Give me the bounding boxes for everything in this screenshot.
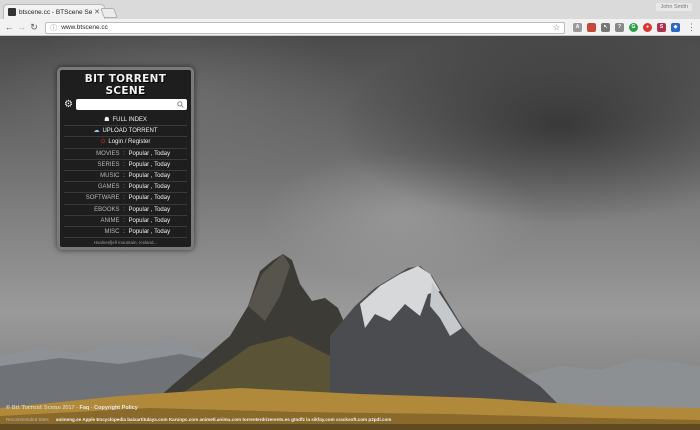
- category-row-music: MUSIC: Popular , Today: [64, 169, 187, 181]
- translate-extension-icon[interactable]: A: [573, 23, 582, 32]
- today-link[interactable]: Today: [154, 207, 170, 213]
- popular-link[interactable]: Popular: [129, 173, 150, 179]
- search-icon[interactable]: [177, 101, 184, 108]
- today-link[interactable]: Today: [154, 162, 170, 168]
- category-row-games: GAMES: Popular , Today: [64, 181, 187, 192]
- reload-icon[interactable]: ↻: [29, 22, 39, 33]
- copyright-policy-link[interactable]: Copyright Policy: [94, 405, 138, 411]
- today-link[interactable]: Today: [154, 184, 170, 190]
- popular-link[interactable]: Popular: [129, 184, 150, 190]
- forward-icon[interactable]: →: [16, 22, 26, 33]
- green-extension-icon[interactable]: G: [629, 23, 638, 32]
- photo-caption: Hvalnesfjell mountain, Iceland...: [64, 237, 187, 246]
- blue-extension-icon[interactable]: ◆: [671, 23, 680, 32]
- home-icon: ☗: [104, 116, 110, 123]
- footer-brand: Bit Torrent Scene: [11, 405, 61, 411]
- popular-link[interactable]: Popular: [129, 207, 150, 213]
- category-row-ebooks: EBOOKS: Popular , Today: [64, 203, 187, 215]
- url-text: www.btscene.cc: [61, 24, 108, 31]
- faq-link[interactable]: Faq: [80, 405, 90, 411]
- address-bar[interactable]: ⓘ www.btscene.cc ☆: [45, 21, 565, 34]
- power-icon: ⏻: [100, 139, 106, 146]
- category-row-misc: MISC: Popular , Today: [64, 225, 187, 237]
- browser-tab[interactable]: btscene.cc - BTScene Sea ✕: [3, 4, 105, 19]
- adblock-extension-icon[interactable]: ●: [643, 23, 652, 32]
- category-row-anime: ANIME: Popular , Today: [64, 214, 187, 226]
- today-link[interactable]: Today: [154, 218, 170, 224]
- category-row-movies: MOVIES: Popular , Today: [64, 147, 187, 159]
- popular-link[interactable]: Popular: [129, 229, 150, 235]
- page-info-icon[interactable]: ⓘ: [50, 23, 57, 33]
- full-index-link[interactable]: ☗ FULL INDEX: [64, 114, 187, 125]
- popular-link[interactable]: Popular: [129, 218, 150, 224]
- today-link[interactable]: Today: [154, 229, 170, 235]
- close-tab-icon[interactable]: ✕: [94, 8, 100, 16]
- tab-title: btscene.cc - BTScene Sea: [19, 8, 93, 16]
- extensions-bar: A ↖ ? G ● S ◆ ⋮: [573, 23, 696, 32]
- login-register-link[interactable]: ⏻ Login / Register: [64, 136, 187, 147]
- profile-chip[interactable]: John Smith: [656, 3, 692, 11]
- cursor-extension-icon[interactable]: ↖: [601, 23, 610, 32]
- category-row-series: SERIES: Popular , Today: [64, 158, 187, 170]
- search-row: ⚙: [64, 99, 187, 110]
- popular-link[interactable]: Popular: [129, 151, 150, 157]
- popular-link[interactable]: Popular: [129, 195, 150, 201]
- recommended-label: Recommended Sites: [6, 417, 49, 422]
- lock-extension-icon[interactable]: ?: [615, 23, 624, 32]
- pdf-extension-icon[interactable]: [587, 23, 596, 32]
- site-panel: BIT TORRENT SCENE ⚙ ☗ FULL INDEX ☁ UPLOA…: [57, 67, 194, 250]
- footer-copyright: © Bit Torrent Scene 2017 - Faq - Copyrig…: [6, 405, 138, 411]
- recommended-sites: Recommended Sites animeng.se Apple Encyc…: [6, 417, 391, 422]
- search-input[interactable]: [76, 99, 187, 110]
- new-tab-button[interactable]: [100, 8, 118, 18]
- site-logo-title[interactable]: BIT TORRENT SCENE: [64, 73, 187, 97]
- category-row-software: SOFTWARE: Popular , Today: [64, 192, 187, 203]
- bookmark-star-icon[interactable]: ☆: [553, 23, 560, 32]
- tab-strip: btscene.cc - BTScene Sea ✕ John Smith: [0, 0, 700, 19]
- today-link[interactable]: Today: [154, 195, 170, 201]
- browser-chrome: btscene.cc - BTScene Sea ✕ John Smith ← …: [0, 0, 700, 36]
- menu-list: ☗ FULL INDEX ☁ UPLOAD TORRENT ⏻ Login / …: [64, 114, 187, 246]
- favicon-icon: [8, 8, 16, 16]
- today-link[interactable]: Today: [154, 151, 170, 157]
- popular-link[interactable]: Popular: [129, 162, 150, 168]
- upload-torrent-link[interactable]: ☁ UPLOAD TORRENT: [64, 125, 187, 136]
- today-link[interactable]: Today: [154, 173, 170, 179]
- back-icon[interactable]: ←: [4, 22, 14, 33]
- page-viewport: BIT TORRENT SCENE ⚙ ☗ FULL INDEX ☁ UPLOA…: [0, 36, 700, 430]
- recommended-links[interactable]: animeng.se Apple Encyclopedia baixartitu…: [56, 417, 391, 422]
- red-extension-icon[interactable]: S: [657, 23, 666, 32]
- page-footer: © Bit Torrent Scene 2017 - Faq - Copyrig…: [0, 405, 700, 430]
- browser-toolbar: ← → ↻ ⓘ www.btscene.cc ☆ A ↖ ? G ● S ◆ ⋮: [0, 19, 700, 36]
- cloud-upload-icon: ☁: [93, 128, 100, 135]
- browser-menu-icon[interactable]: ⋮: [687, 23, 696, 32]
- gear-icon[interactable]: ⚙: [64, 99, 74, 110]
